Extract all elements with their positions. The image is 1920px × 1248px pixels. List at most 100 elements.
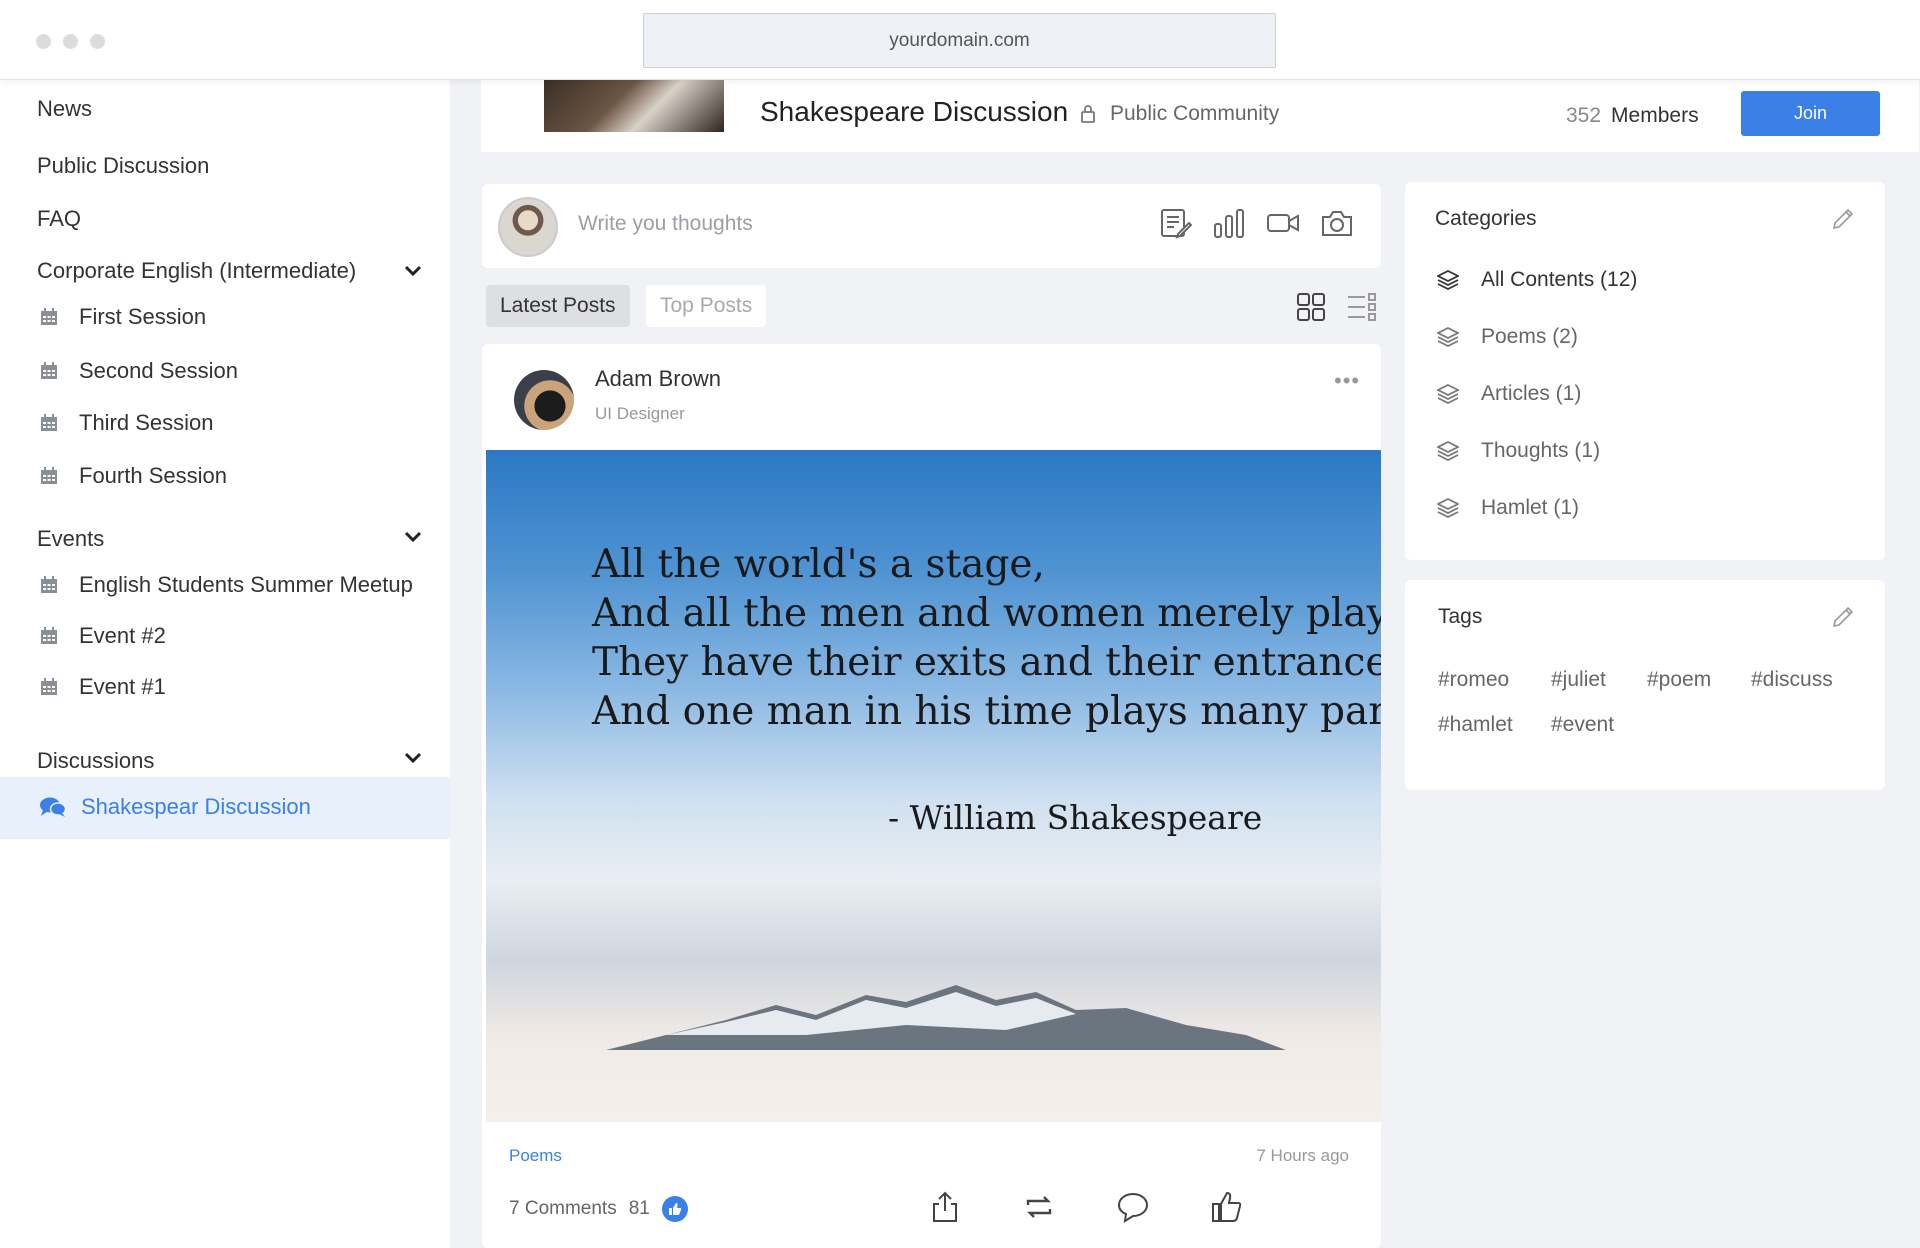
calendar-icon — [41, 627, 57, 644]
sidebar-group-corporate-english[interactable]: Corporate English (Intermediate) — [37, 258, 356, 284]
comment-count[interactable]: 7 Comments — [509, 1198, 617, 1220]
edit-categories-icon[interactable] — [1831, 207, 1855, 231]
close-window-dot[interactable] — [36, 34, 51, 49]
sidebar-item-label: Event #2 — [79, 623, 166, 648]
layers-icon — [1437, 383, 1459, 405]
comment-icon[interactable] — [1116, 1190, 1150, 1224]
tag-romeo[interactable]: #romeo — [1438, 668, 1509, 692]
mountain-range-graphic — [606, 985, 1286, 1050]
write-post-icon[interactable] — [1158, 206, 1192, 240]
calendar-icon — [41, 576, 57, 593]
member-count-label: Members — [1611, 104, 1699, 127]
category-label: Articles (1) — [1481, 382, 1582, 405]
sidebar-item-fourth-session[interactable]: Fourth Session — [40, 463, 227, 489]
category-item-thoughts[interactable]: Thoughts (1) — [1437, 439, 1600, 463]
like-icon[interactable] — [1210, 1190, 1244, 1224]
layers-icon — [1437, 269, 1459, 291]
sidebar-item-label: Shakespear Discussion — [81, 794, 311, 819]
tab-top-posts[interactable]: Top Posts — [646, 285, 767, 327]
post-image[interactable]: All the world's a stage, And all the men… — [486, 450, 1381, 1122]
category-label: All Contents (12) — [1481, 268, 1638, 291]
sidebar — [0, 80, 450, 1248]
post-author-name[interactable]: Adam Brown — [595, 366, 721, 392]
sidebar-group-discussions[interactable]: Discussions — [37, 748, 154, 774]
more-options-icon[interactable]: ••• — [1334, 368, 1360, 394]
sidebar-item-event-2[interactable]: Event #2 — [40, 623, 166, 649]
sidebar-item-summer-meetup[interactable]: English Students Summer Meetup — [40, 572, 413, 598]
edit-tags-icon[interactable] — [1831, 605, 1855, 629]
sidebar-item-public-discussion[interactable]: Public Discussion — [37, 153, 209, 179]
minimize-window-dot[interactable] — [63, 34, 78, 49]
layers-icon — [1437, 440, 1459, 462]
composer-input[interactable]: Write you thoughts — [578, 212, 753, 236]
sidebar-item-shakespear-discussion[interactable]: Shakespear Discussion — [40, 794, 311, 820]
sidebar-item-faq[interactable]: FAQ — [37, 206, 81, 232]
user-avatar — [498, 197, 558, 257]
chevron-down-icon[interactable] — [404, 531, 422, 543]
calendar-icon — [41, 678, 57, 695]
tag-discuss[interactable]: #discuss — [1751, 668, 1833, 692]
tags-title: Tags — [1438, 605, 1483, 628]
sidebar-item-third-session[interactable]: Third Session — [40, 410, 214, 436]
category-item-all[interactable]: All Contents (12) — [1437, 268, 1637, 292]
calendar-icon — [41, 362, 57, 379]
layers-icon — [1437, 326, 1459, 348]
group-privacy-label: Public Community — [1110, 102, 1280, 125]
poll-icon[interactable] — [1212, 206, 1246, 240]
post-composer: Write you thoughts — [482, 184, 1381, 268]
calendar-icon — [41, 467, 57, 484]
category-item-poems[interactable]: Poems (2) — [1437, 325, 1578, 349]
post-category-link[interactable]: Poems — [509, 1146, 562, 1166]
category-item-hamlet[interactable]: Hamlet (1) — [1437, 496, 1579, 520]
category-label: Poems (2) — [1481, 325, 1578, 348]
lock-icon — [1081, 105, 1095, 123]
tag-poem[interactable]: #poem — [1647, 668, 1711, 692]
grid-view-icon[interactable] — [1296, 292, 1326, 322]
post-card: Adam Brown UI Designer ••• All the world… — [482, 344, 1381, 1248]
sidebar-item-event-1[interactable]: Event #1 — [40, 674, 166, 700]
chevron-down-icon[interactable] — [404, 265, 422, 277]
category-item-articles[interactable]: Articles (1) — [1437, 382, 1581, 406]
sidebar-item-first-session[interactable]: First Session — [40, 304, 206, 330]
video-icon[interactable] — [1266, 206, 1300, 240]
calendar-icon — [41, 414, 57, 431]
quote-line: All the world's a stage, — [592, 542, 1045, 587]
quote-author: - William Shakespeare — [888, 798, 1263, 837]
author-avatar[interactable] — [514, 370, 574, 430]
tag-event[interactable]: #event — [1551, 713, 1614, 737]
categories-title: Categories — [1435, 207, 1537, 230]
list-view-icon[interactable] — [1347, 292, 1377, 322]
layers-icon — [1437, 497, 1459, 519]
chat-bubbles-icon — [40, 797, 66, 817]
maximize-window-dot[interactable] — [90, 34, 105, 49]
sidebar-item-label: English Students Summer Meetup — [79, 572, 413, 597]
join-button[interactable]: Join — [1741, 91, 1880, 136]
sidebar-item-label: Second Session — [79, 358, 238, 383]
repost-icon[interactable] — [1022, 1190, 1056, 1224]
tab-latest-posts[interactable]: Latest Posts — [486, 285, 630, 327]
post-stats: 7 Comments 81 — [509, 1196, 688, 1222]
tag-juliet[interactable]: #juliet — [1551, 668, 1606, 692]
categories-panel: Categories All Contents (12) Poems (2) A… — [1405, 182, 1885, 560]
sidebar-item-second-session[interactable]: Second Session — [40, 358, 238, 384]
category-label: Hamlet (1) — [1481, 496, 1580, 519]
share-icon[interactable] — [928, 1190, 962, 1224]
post-author-role: UI Designer — [595, 404, 685, 423]
like-badge-icon — [661, 1196, 688, 1222]
tag-hamlet[interactable]: #hamlet — [1438, 713, 1513, 737]
sidebar-item-label: Fourth Session — [79, 463, 227, 488]
address-bar[interactable]: yourdomain.com — [643, 13, 1276, 68]
quote-line: They have their exits and their entrance… — [592, 640, 1381, 685]
post-timestamp: 7 Hours ago — [1256, 1146, 1349, 1165]
tags-panel: Tags #romeo #juliet #poem #discuss #haml… — [1405, 580, 1885, 790]
sidebar-group-events[interactable]: Events — [37, 526, 104, 552]
quote-line: And all the men and women merely players… — [592, 591, 1381, 636]
group-title: Shakespeare Discussion — [760, 96, 1069, 127]
camera-icon[interactable] — [1320, 206, 1354, 240]
chevron-down-icon[interactable] — [404, 752, 422, 764]
calendar-icon — [41, 308, 57, 325]
group-privacy: Public Community — [1080, 102, 1279, 126]
like-count: 81 — [628, 1198, 650, 1219]
window-controls — [36, 34, 105, 49]
sidebar-item-news[interactable]: News — [37, 96, 92, 122]
